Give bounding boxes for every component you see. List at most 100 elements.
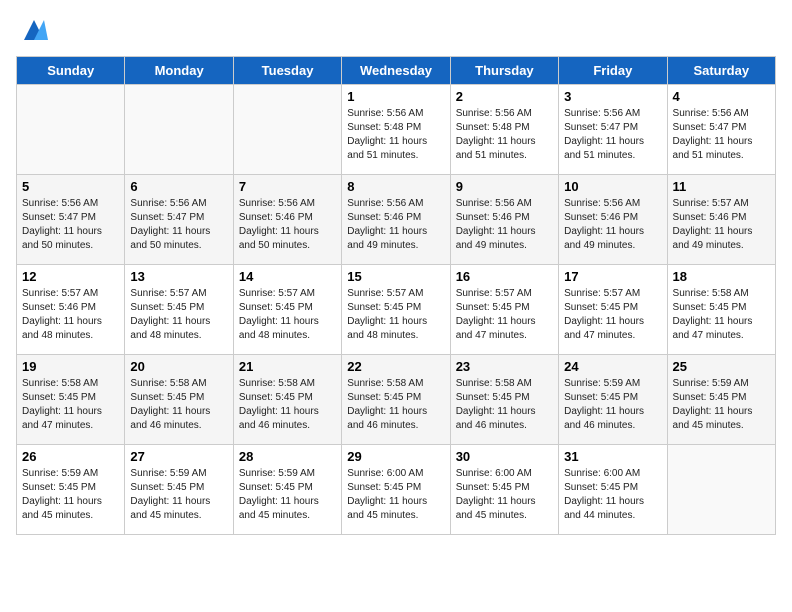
day-number: 10	[564, 179, 661, 194]
day-number: 8	[347, 179, 444, 194]
day-number: 9	[456, 179, 553, 194]
calendar-cell: 27 Sunrise: 5:59 AM Sunset: 5:45 PM Dayli…	[125, 445, 233, 535]
calendar-cell: 21 Sunrise: 5:58 AM Sunset: 5:45 PM Dayli…	[233, 355, 341, 445]
day-info: Sunrise: 5:58 AM Sunset: 5:45 PM Dayligh…	[456, 377, 553, 433]
calendar-cell: 10 Sunrise: 5:56 AM Sunset: 5:46 PM Dayli…	[559, 175, 667, 265]
header-thursday: Thursday	[450, 57, 558, 85]
calendar-cell: 29 Sunrise: 6:00 AM Sunset: 5:45 PM Dayli…	[342, 445, 450, 535]
day-info: Sunrise: 5:56 AM Sunset: 5:46 PM Dayligh…	[347, 197, 444, 253]
day-number: 21	[239, 359, 336, 374]
calendar-cell: 16Sunrise: 5:57 AM Sunset: 5:45 PM Dayli…	[450, 265, 558, 355]
day-number: 25	[673, 359, 770, 374]
calendar-cell: 22Sunrise: 5:58 AM Sunset: 5:45 PM Dayli…	[342, 355, 450, 445]
day-info: Sunrise: 5:59 AM Sunset: 5:45 PM Dayligh…	[22, 467, 119, 523]
day-number: 2	[456, 89, 553, 104]
day-info: Sunrise: 5:56 AM Sunset: 5:48 PM Dayligh…	[347, 107, 444, 163]
calendar-header-row: SundayMondayTuesdayWednesdayThursdayFrid…	[17, 57, 776, 85]
day-number: 29	[347, 449, 444, 464]
calendar-cell: 20 Sunrise: 5:58 AM Sunset: 5:45 PM Dayli…	[125, 355, 233, 445]
calendar-cell	[125, 85, 233, 175]
day-number: 6	[130, 179, 227, 194]
calendar-cell	[233, 85, 341, 175]
day-number: 28	[239, 449, 336, 464]
day-info: Sunrise: 5:57 AM Sunset: 5:45 PM Dayligh…	[239, 287, 336, 343]
calendar-cell: 12 Sunrise: 5:57 AM Sunset: 5:46 PM Dayli…	[17, 265, 125, 355]
day-number: 26	[22, 449, 119, 464]
calendar-cell	[667, 445, 775, 535]
day-number: 4	[673, 89, 770, 104]
day-info: Sunrise: 5:56 AM Sunset: 5:47 PM Dayligh…	[130, 197, 227, 253]
day-number: 16	[456, 269, 553, 284]
header-tuesday: Tuesday	[233, 57, 341, 85]
header-friday: Friday	[559, 57, 667, 85]
page-header	[16, 16, 776, 44]
logo	[16, 16, 48, 44]
calendar-week-3: 12 Sunrise: 5:57 AM Sunset: 5:46 PM Dayli…	[17, 265, 776, 355]
day-number: 13	[130, 269, 227, 284]
day-number: 27	[130, 449, 227, 464]
calendar-cell: 8 Sunrise: 5:56 AM Sunset: 5:46 PM Daylig…	[342, 175, 450, 265]
day-info: Sunrise: 5:58 AM Sunset: 5:45 PM Dayligh…	[22, 377, 119, 433]
calendar-cell: 6 Sunrise: 5:56 AM Sunset: 5:47 PM Daylig…	[125, 175, 233, 265]
calendar-cell: 28 Sunrise: 5:59 AM Sunset: 5:45 PM Dayli…	[233, 445, 341, 535]
day-info: Sunrise: 5:59 AM Sunset: 5:45 PM Dayligh…	[239, 467, 336, 523]
calendar-cell: 4 Sunrise: 5:56 AM Sunset: 5:47 PM Daylig…	[667, 85, 775, 175]
calendar-cell	[17, 85, 125, 175]
calendar-cell: 13Sunrise: 5:57 AM Sunset: 5:45 PM Dayli…	[125, 265, 233, 355]
day-number: 7	[239, 179, 336, 194]
day-info: Sunrise: 5:59 AM Sunset: 5:45 PM Dayligh…	[130, 467, 227, 523]
day-info: Sunrise: 6:00 AM Sunset: 5:45 PM Dayligh…	[347, 467, 444, 523]
day-info: Sunrise: 5:57 AM Sunset: 5:46 PM Dayligh…	[22, 287, 119, 343]
calendar-cell: 24 Sunrise: 5:59 AM Sunset: 5:45 PM Dayli…	[559, 355, 667, 445]
day-number: 18	[673, 269, 770, 284]
logo-icon	[20, 16, 48, 44]
day-number: 19	[22, 359, 119, 374]
calendar-week-2: 5Sunrise: 5:56 AM Sunset: 5:47 PM Daylig…	[17, 175, 776, 265]
day-number: 23	[456, 359, 553, 374]
calendar-week-4: 19 Sunrise: 5:58 AM Sunset: 5:45 PM Dayli…	[17, 355, 776, 445]
day-info: Sunrise: 5:58 AM Sunset: 5:45 PM Dayligh…	[130, 377, 227, 433]
calendar-cell: 2 Sunrise: 5:56 AM Sunset: 5:48 PM Daylig…	[450, 85, 558, 175]
day-info: Sunrise: 5:56 AM Sunset: 5:46 PM Dayligh…	[564, 197, 661, 253]
calendar-cell: 25 Sunrise: 5:59 AM Sunset: 5:45 PM Dayli…	[667, 355, 775, 445]
day-info: Sunrise: 5:58 AM Sunset: 5:45 PM Dayligh…	[673, 287, 770, 343]
calendar-cell: 17Sunrise: 5:57 AM Sunset: 5:45 PM Dayli…	[559, 265, 667, 355]
day-info: Sunrise: 5:57 AM Sunset: 5:45 PM Dayligh…	[564, 287, 661, 343]
day-number: 31	[564, 449, 661, 464]
day-info: Sunrise: 5:59 AM Sunset: 5:45 PM Dayligh…	[673, 377, 770, 433]
header-sunday: Sunday	[17, 57, 125, 85]
header-wednesday: Wednesday	[342, 57, 450, 85]
day-number: 20	[130, 359, 227, 374]
calendar-cell: 31 Sunrise: 6:00 AM Sunset: 5:45 PM Dayli…	[559, 445, 667, 535]
day-info: Sunrise: 5:58 AM Sunset: 5:45 PM Dayligh…	[239, 377, 336, 433]
calendar-cell: 14 Sunrise: 5:57 AM Sunset: 5:45 PM Dayli…	[233, 265, 341, 355]
calendar-cell: 11Sunrise: 5:57 AM Sunset: 5:46 PM Dayli…	[667, 175, 775, 265]
calendar-cell: 7 Sunrise: 5:56 AM Sunset: 5:46 PM Daylig…	[233, 175, 341, 265]
day-info: Sunrise: 5:56 AM Sunset: 5:47 PM Dayligh…	[564, 107, 661, 163]
calendar-table: SundayMondayTuesdayWednesdayThursdayFrid…	[16, 56, 776, 535]
day-info: Sunrise: 5:56 AM Sunset: 5:46 PM Dayligh…	[239, 197, 336, 253]
header-saturday: Saturday	[667, 57, 775, 85]
calendar-cell: 30Sunrise: 6:00 AM Sunset: 5:45 PM Dayli…	[450, 445, 558, 535]
day-info: Sunrise: 6:00 AM Sunset: 5:45 PM Dayligh…	[564, 467, 661, 523]
day-info: Sunrise: 5:56 AM Sunset: 5:48 PM Dayligh…	[456, 107, 553, 163]
calendar-cell: 15 Sunrise: 5:57 AM Sunset: 5:45 PM Dayli…	[342, 265, 450, 355]
day-number: 11	[673, 179, 770, 194]
day-number: 15	[347, 269, 444, 284]
day-info: Sunrise: 5:56 AM Sunset: 5:47 PM Dayligh…	[673, 107, 770, 163]
calendar-cell: 19 Sunrise: 5:58 AM Sunset: 5:45 PM Dayli…	[17, 355, 125, 445]
day-info: Sunrise: 5:59 AM Sunset: 5:45 PM Dayligh…	[564, 377, 661, 433]
calendar-cell: 5Sunrise: 5:56 AM Sunset: 5:47 PM Daylig…	[17, 175, 125, 265]
day-number: 24	[564, 359, 661, 374]
calendar-cell: 1Sunrise: 5:56 AM Sunset: 5:48 PM Daylig…	[342, 85, 450, 175]
calendar-cell: 9Sunrise: 5:56 AM Sunset: 5:46 PM Daylig…	[450, 175, 558, 265]
day-number: 22	[347, 359, 444, 374]
header-monday: Monday	[125, 57, 233, 85]
day-number: 14	[239, 269, 336, 284]
day-number: 3	[564, 89, 661, 104]
day-info: Sunrise: 6:00 AM Sunset: 5:45 PM Dayligh…	[456, 467, 553, 523]
day-number: 12	[22, 269, 119, 284]
day-info: Sunrise: 5:56 AM Sunset: 5:47 PM Dayligh…	[22, 197, 119, 253]
calendar-cell: 26 Sunrise: 5:59 AM Sunset: 5:45 PM Dayli…	[17, 445, 125, 535]
day-info: Sunrise: 5:57 AM Sunset: 5:45 PM Dayligh…	[347, 287, 444, 343]
